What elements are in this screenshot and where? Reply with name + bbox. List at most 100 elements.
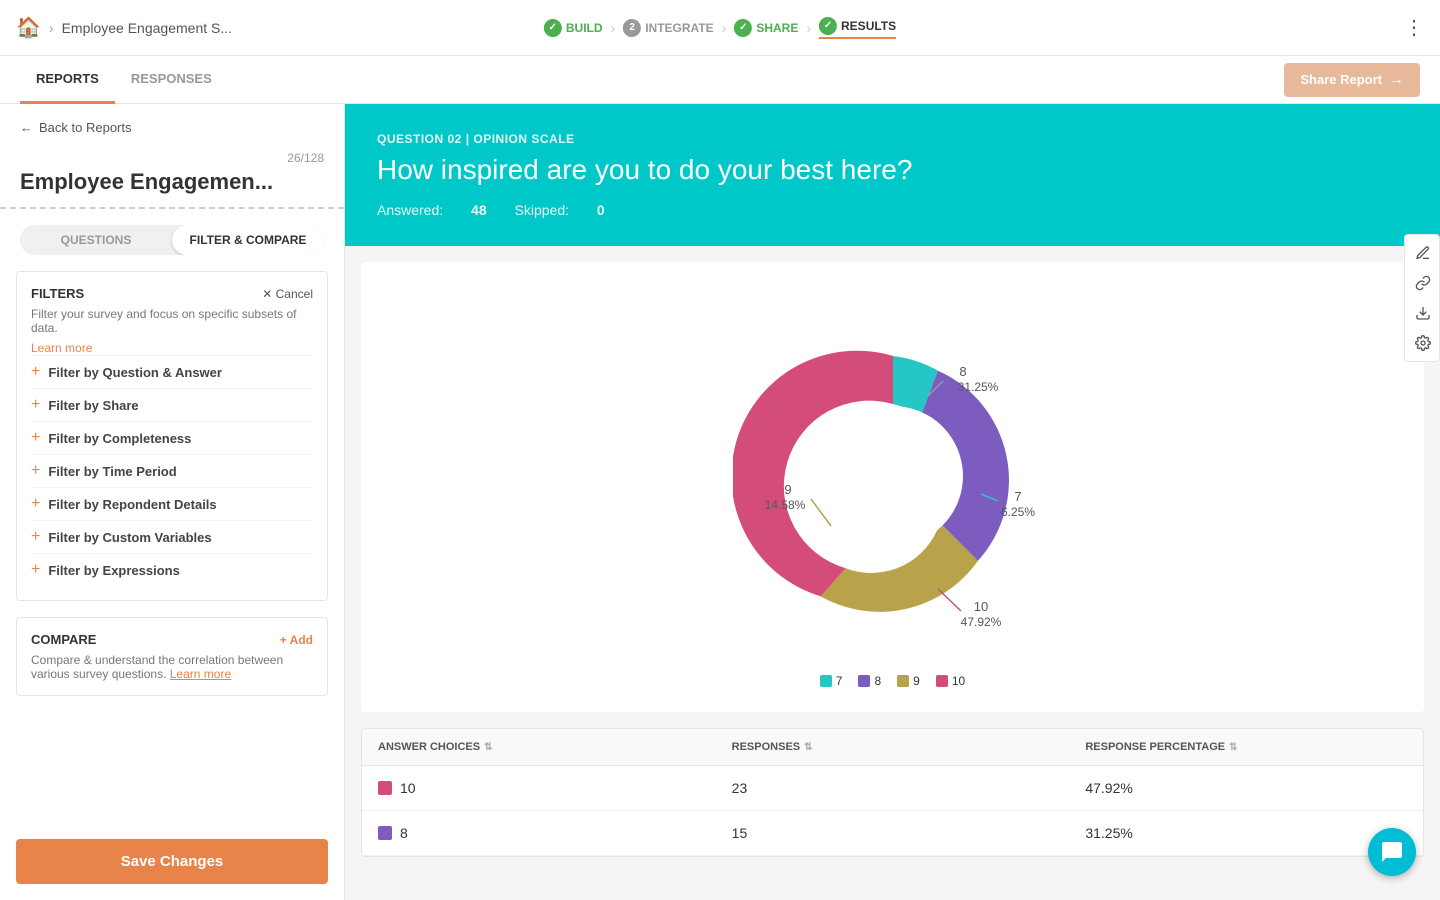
tab-filter-compare[interactable]: FILTER & COMPARE — [172, 225, 324, 255]
label-9-value: 9 — [784, 482, 791, 497]
step-arrow-2: › — [722, 20, 727, 36]
filter-share[interactable]: + Filter by Share — [31, 388, 313, 421]
filter-plus-icon-4: + — [31, 462, 40, 480]
filter-plus-icon-7: + — [31, 561, 40, 579]
td-responses-10: 23 — [716, 766, 1070, 810]
data-table: ANSWER CHOICES ⇅ RESPONSES ⇅ RESPONSE PE… — [361, 728, 1424, 857]
step-share-label: SHARE — [756, 21, 798, 35]
filters-panel: FILTERS ✕ Cancel Filter your survey and … — [16, 271, 328, 601]
filter-expressions[interactable]: + Filter by Expressions — [31, 553, 313, 586]
compare-description: Compare & understand the correlation bet… — [31, 653, 313, 681]
table-header: ANSWER CHOICES ⇅ RESPONSES ⇅ RESPONSE PE… — [362, 729, 1423, 766]
legend-dot-10 — [936, 675, 948, 687]
tab-responses[interactable]: RESPONSES — [115, 56, 228, 104]
legend-item-7: 7 — [820, 674, 843, 688]
chart-legend: 7 8 9 10 — [385, 674, 1400, 688]
legend-dot-8 — [858, 675, 870, 687]
label-9-pct: 14.58% — [764, 498, 805, 512]
filter-plus-icon-3: + — [31, 429, 40, 447]
page-count: 26/128 — [0, 151, 344, 165]
th-answer-choices[interactable]: ANSWER CHOICES ⇅ — [362, 729, 716, 765]
filters-description: Filter your survey and focus on specific… — [31, 307, 313, 335]
legend-label-8: 8 — [874, 674, 881, 688]
donut-chart-container: 8 31.25% 7 6.25% 9 14.58% 10 47.92% — [385, 286, 1400, 666]
legend-item-9: 9 — [897, 674, 920, 688]
compare-title: COMPARE — [31, 632, 96, 647]
filter-custom-variables[interactable]: + Filter by Custom Variables — [31, 520, 313, 553]
legend-dot-9 — [897, 675, 909, 687]
toggle-tabs: QUESTIONS FILTER & COMPARE — [20, 225, 324, 255]
filter-time-period-label: Filter by Time Period — [48, 464, 176, 479]
filter-plus-icon-5: + — [31, 495, 40, 513]
filter-completeness-label: Filter by Completeness — [48, 431, 191, 446]
filter-respondent-details[interactable]: + Filter by Repondent Details — [31, 487, 313, 520]
donut-chart: 8 31.25% 7 6.25% 9 14.58% 10 47.92% — [733, 316, 1053, 636]
tab-reports[interactable]: REPORTS — [20, 56, 115, 104]
more-options-icon[interactable]: ⋮ — [1404, 15, 1424, 40]
label-10-value: 10 — [973, 599, 987, 614]
label-8-pct: 31.25% — [957, 380, 998, 394]
td-responses-8: 15 — [716, 811, 1070, 855]
main-layout: ← Back to Reports 26/128 Employee Engage… — [0, 104, 1440, 900]
breadcrumb-chevron: › — [49, 20, 54, 36]
step-integrate[interactable]: 2 INTEGRATE — [623, 19, 713, 37]
step-results-label: RESULTS — [841, 19, 896, 33]
step-share-circle: ✓ — [734, 19, 752, 37]
filter-share-label: Filter by Share — [48, 398, 138, 413]
compare-panel: COMPARE + Add Compare & understand the c… — [16, 617, 328, 696]
edit-toolbar-button[interactable] — [1409, 239, 1437, 267]
th-response-percentage[interactable]: RESPONSE PERCENTAGE ⇅ — [1069, 729, 1423, 765]
filters-header: FILTERS ✕ Cancel — [31, 286, 313, 301]
filter-plus-icon-1: + — [31, 363, 40, 381]
chart-area: 8 31.25% 7 6.25% 9 14.58% 10 47.92% — [361, 262, 1424, 712]
filters-learn-more-link[interactable]: Learn more — [31, 341, 92, 355]
filter-time-period[interactable]: + Filter by Time Period — [31, 454, 313, 487]
compare-add-button[interactable]: + Add — [280, 633, 313, 647]
label-10-line — [938, 589, 961, 611]
sidebar: ← Back to Reports 26/128 Employee Engage… — [0, 104, 345, 900]
filters-title: FILTERS — [31, 286, 84, 301]
back-to-reports-link[interactable]: ← Back to Reports — [20, 120, 132, 135]
sub-nav-tabs: REPORTS RESPONSES — [20, 56, 228, 104]
download-toolbar-button[interactable] — [1409, 299, 1437, 327]
compare-header: COMPARE + Add — [31, 632, 313, 647]
side-toolbar — [1404, 234, 1440, 362]
table-row: 10 23 47.92% — [362, 766, 1423, 811]
step-share[interactable]: ✓ SHARE — [734, 19, 798, 37]
answered-stat: Answered: 48 — [377, 202, 491, 218]
th-responses[interactable]: RESPONSES ⇅ — [716, 729, 1070, 765]
step-integrate-circle: 2 — [623, 19, 641, 37]
step-build-circle: ✓ — [544, 19, 562, 37]
tab-questions[interactable]: QUESTIONS — [20, 225, 172, 255]
cancel-filters-button[interactable]: ✕ Cancel — [262, 287, 313, 301]
chat-button[interactable] — [1368, 828, 1416, 876]
question-stats: Answered: 48 Skipped: 0 — [377, 202, 1380, 218]
step-results[interactable]: ✓ RESULTS — [819, 17, 896, 39]
filter-question-answer[interactable]: + Filter by Question & Answer — [31, 355, 313, 388]
filter-expressions-label: Filter by Expressions — [48, 563, 180, 578]
skipped-value: 0 — [597, 202, 605, 218]
home-icon[interactable]: 🏠 — [16, 15, 41, 40]
step-arrow-1: › — [611, 20, 616, 36]
compare-learn-more-link[interactable]: Learn more — [170, 667, 231, 681]
step-nav: ✓ BUILD › 2 INTEGRATE › ✓ SHARE › ✓ RESU… — [544, 17, 896, 39]
filter-plus-icon-2: + — [31, 396, 40, 414]
step-integrate-label: INTEGRATE — [645, 21, 713, 35]
legend-label-10: 10 — [952, 674, 965, 688]
legend-label-9: 9 — [913, 674, 920, 688]
back-arrow-icon: ← — [20, 120, 33, 135]
share-report-arrow-icon: → — [1388, 71, 1404, 89]
legend-item-10: 10 — [936, 674, 965, 688]
link-toolbar-button[interactable] — [1409, 269, 1437, 297]
filter-completeness[interactable]: + Filter by Completeness — [31, 421, 313, 454]
share-report-button[interactable]: Share Report → — [1284, 63, 1420, 97]
filter-custom-variables-label: Filter by Custom Variables — [48, 530, 211, 545]
table-row: 8 15 31.25% — [362, 811, 1423, 856]
question-text: How inspired are you to do your best her… — [377, 154, 1380, 186]
step-build[interactable]: ✓ BUILD — [544, 19, 603, 37]
back-to-reports-label: Back to Reports — [39, 120, 132, 135]
label-7-value: 7 — [1014, 489, 1021, 504]
settings-toolbar-button[interactable] — [1409, 329, 1437, 357]
filter-plus-icon-6: + — [31, 528, 40, 546]
save-changes-button[interactable]: Save Changes — [16, 839, 328, 884]
